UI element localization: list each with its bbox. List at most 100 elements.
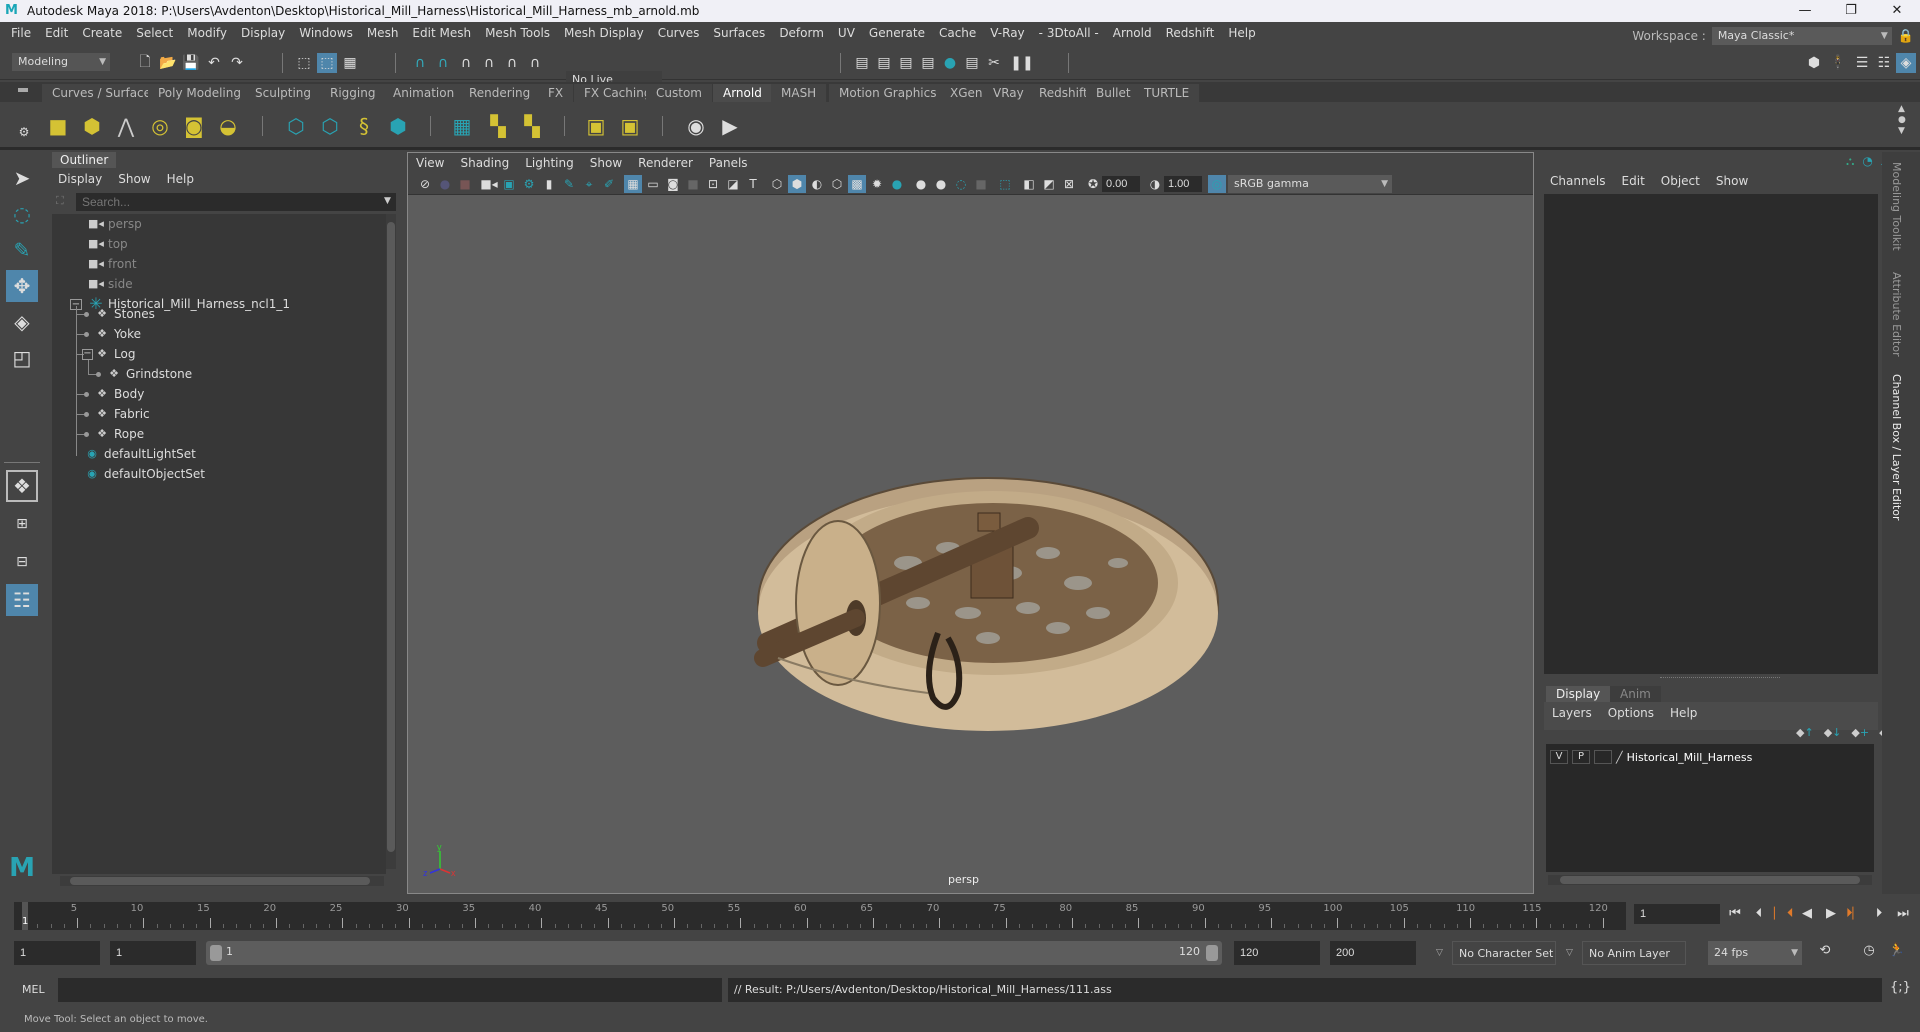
- menu-select[interactable]: Select: [129, 22, 180, 44]
- menu-deform[interactable]: Deform: [772, 22, 831, 44]
- tab-attribute-editor[interactable]: Attribute Editor: [1890, 272, 1903, 357]
- command-input[interactable]: [58, 978, 722, 1002]
- open-scene-icon[interactable]: 📂: [158, 53, 178, 73]
- start-time-field[interactable]: [14, 941, 100, 965]
- menu-surfaces[interactable]: Surfaces: [706, 22, 772, 44]
- help-menu[interactable]: Help: [1670, 706, 1697, 720]
- render-frame-icon[interactable]: ▤: [852, 53, 872, 73]
- maximize-button[interactable]: ❐: [1828, 0, 1874, 22]
- make-live-icon[interactable]: ∩: [502, 53, 522, 73]
- playback-start-field[interactable]: [110, 941, 196, 965]
- shelf-tab-fx[interactable]: FX: [538, 84, 575, 102]
- snap-grid-icon[interactable]: ∩: [410, 53, 430, 73]
- menu-modify[interactable]: Modify: [180, 22, 234, 44]
- shelf-tab-custom[interactable]: Custom: [646, 84, 713, 102]
- playback-end-field[interactable]: [1234, 941, 1320, 965]
- render-sequence-icon[interactable]: ▤: [874, 53, 894, 73]
- menuset-dropdown[interactable]: Modeling ▼: [12, 53, 110, 71]
- outliner-tab[interactable]: Outliner: [52, 152, 117, 168]
- curve-collector-icon[interactable]: §: [350, 112, 378, 140]
- menu-v-ray[interactable]: V-Ray: [983, 22, 1031, 44]
- tree-item-stones[interactable]: ❖ Stones: [94, 304, 155, 324]
- render-view-arnold-icon[interactable]: ▦: [448, 112, 476, 140]
- animation-prefs-icon[interactable]: 🏃: [1888, 941, 1906, 961]
- light-portal-icon[interactable]: ◙: [180, 112, 208, 140]
- character-set-field[interactable]: No Character Set: [1452, 941, 1556, 965]
- mesh-light-icon[interactable]: ⬢: [78, 112, 106, 140]
- viewport-panel[interactable]: View Shading Lighting Show Renderer Panels ⊘ …: [407, 152, 1534, 894]
- wireframe-icon[interactable]: ⬡: [768, 175, 786, 193]
- tree-item-side[interactable]: ■◂ side: [88, 274, 133, 294]
- shelf-tab-poly-modeling[interactable]: Poly Modeling: [148, 84, 252, 102]
- lock-icon[interactable]: 🔒: [1898, 29, 1914, 44]
- step-back-frame-icon[interactable]: ⏴: [1750, 904, 1768, 924]
- default-material-icon[interactable]: ◐: [808, 175, 826, 193]
- exposure-field[interactable]: [1102, 176, 1140, 192]
- render-settings-icon[interactable]: ▤: [918, 53, 938, 73]
- anti-aliasing-icon[interactable]: ◌: [952, 175, 970, 193]
- menu-help[interactable]: Help: [1221, 22, 1262, 44]
- shelf-tab-mash[interactable]: MASH: [771, 84, 828, 102]
- modeling-toolkit-icon[interactable]: ⬢: [1804, 53, 1824, 73]
- shading-icon[interactable]: ▣: [616, 112, 644, 140]
- range-start-handle[interactable]: [210, 945, 222, 961]
- select-tool-icon[interactable]: ➤: [6, 162, 38, 194]
- bookmarks-icon[interactable]: ■: [456, 175, 474, 193]
- select-component-icon[interactable]: ▦: [340, 53, 360, 73]
- new-scene-icon[interactable]: 🗋: [135, 53, 155, 73]
- resolution-gate-icon[interactable]: ◙: [664, 175, 682, 193]
- viewport-menu-view[interactable]: View: [416, 156, 444, 170]
- tree-item-front[interactable]: ■◂ front: [88, 254, 137, 274]
- step-forward-key-icon[interactable]: ⏵⎸: [1846, 904, 1866, 924]
- menu-mesh-display[interactable]: Mesh Display: [557, 22, 651, 44]
- motion-blur-icon[interactable]: ●: [932, 175, 950, 193]
- render-view-icon[interactable]: ▤: [962, 53, 982, 73]
- human-ik-icon[interactable]: 🕴: [1828, 53, 1848, 73]
- xray-joints-icon[interactable]: ⊠: [1060, 175, 1078, 193]
- area-light-icon[interactable]: ■: [44, 112, 72, 140]
- attribute-editor-icon[interactable]: ☰: [1852, 53, 1872, 73]
- smooth-shade-icon[interactable]: ⬢: [788, 175, 806, 193]
- flush-textures-icon[interactable]: ▚: [518, 112, 546, 140]
- menu-display[interactable]: Display: [234, 22, 292, 44]
- play-backwards-icon[interactable]: ◀: [1798, 904, 1816, 924]
- range-end-handle[interactable]: [1206, 945, 1218, 961]
- move-tool-icon[interactable]: ✥: [6, 270, 38, 302]
- shelf-settings-icon[interactable]: ⚙: [14, 122, 34, 142]
- xray-active-icon[interactable]: ◩: [1040, 175, 1058, 193]
- render-sequence-shelf-icon[interactable]: ▶: [716, 112, 744, 140]
- menu-cache[interactable]: Cache: [932, 22, 983, 44]
- paint-select-tool-icon[interactable]: ✎: [6, 234, 38, 266]
- outliner-menu-show[interactable]: Show: [118, 172, 150, 186]
- tree-item-yoke[interactable]: ❖ Yoke: [94, 324, 141, 344]
- color-space-dropdown[interactable]: sRGB gamma ▼: [1228, 175, 1392, 193]
- photometric-light-icon[interactable]: ⋀: [112, 112, 140, 140]
- four-view-layout-icon[interactable]: ⊞: [6, 508, 38, 540]
- shelf-tab-motion-graphics[interactable]: Motion Graphics: [829, 84, 948, 102]
- layer-row[interactable]: V P ╱ Historical_Mill_Harness: [1550, 750, 1752, 764]
- playblast-icon[interactable]: ◉: [682, 112, 710, 140]
- viewport-menu-shading[interactable]: Shading: [460, 156, 509, 170]
- scroll-thumb[interactable]: [387, 222, 395, 852]
- tab-channel-box-layer-editor[interactable]: Channel Box / Layer Editor: [1890, 374, 1903, 521]
- use-all-lights-icon[interactable]: ✹: [868, 175, 886, 193]
- menu-mesh-tools[interactable]: Mesh Tools: [478, 22, 557, 44]
- scene-model-mill-harness[interactable]: [748, 453, 1228, 753]
- save-scene-icon[interactable]: 💾: [181, 53, 201, 73]
- move-layer-up-icon[interactable]: ◆↑: [1796, 726, 1814, 739]
- undo-icon[interactable]: ↶: [204, 53, 224, 73]
- select-hierarchy-icon[interactable]: ⬚: [294, 53, 314, 73]
- menu-uv[interactable]: UV: [831, 22, 862, 44]
- camera-icon[interactable]: ■◂: [480, 175, 498, 193]
- play-forwards-icon[interactable]: ▶: [1822, 904, 1840, 924]
- persp-outliner-layout-icon[interactable]: ⊟: [6, 546, 38, 578]
- outliner-layout-icon[interactable]: ☷: [6, 584, 38, 616]
- outliner-vscrollbar[interactable]: [386, 214, 396, 869]
- depth-of-field-icon[interactable]: ■: [972, 175, 990, 193]
- step-forward-frame-icon[interactable]: ⏵: [1870, 904, 1888, 924]
- gate-mask-icon[interactable]: ■: [684, 175, 702, 193]
- script-language-button[interactable]: MEL: [22, 983, 45, 996]
- film-gate-icon[interactable]: ▭: [644, 175, 662, 193]
- outliner-search-input[interactable]: [76, 193, 396, 211]
- snap-view-plane-icon[interactable]: ∩: [479, 53, 499, 73]
